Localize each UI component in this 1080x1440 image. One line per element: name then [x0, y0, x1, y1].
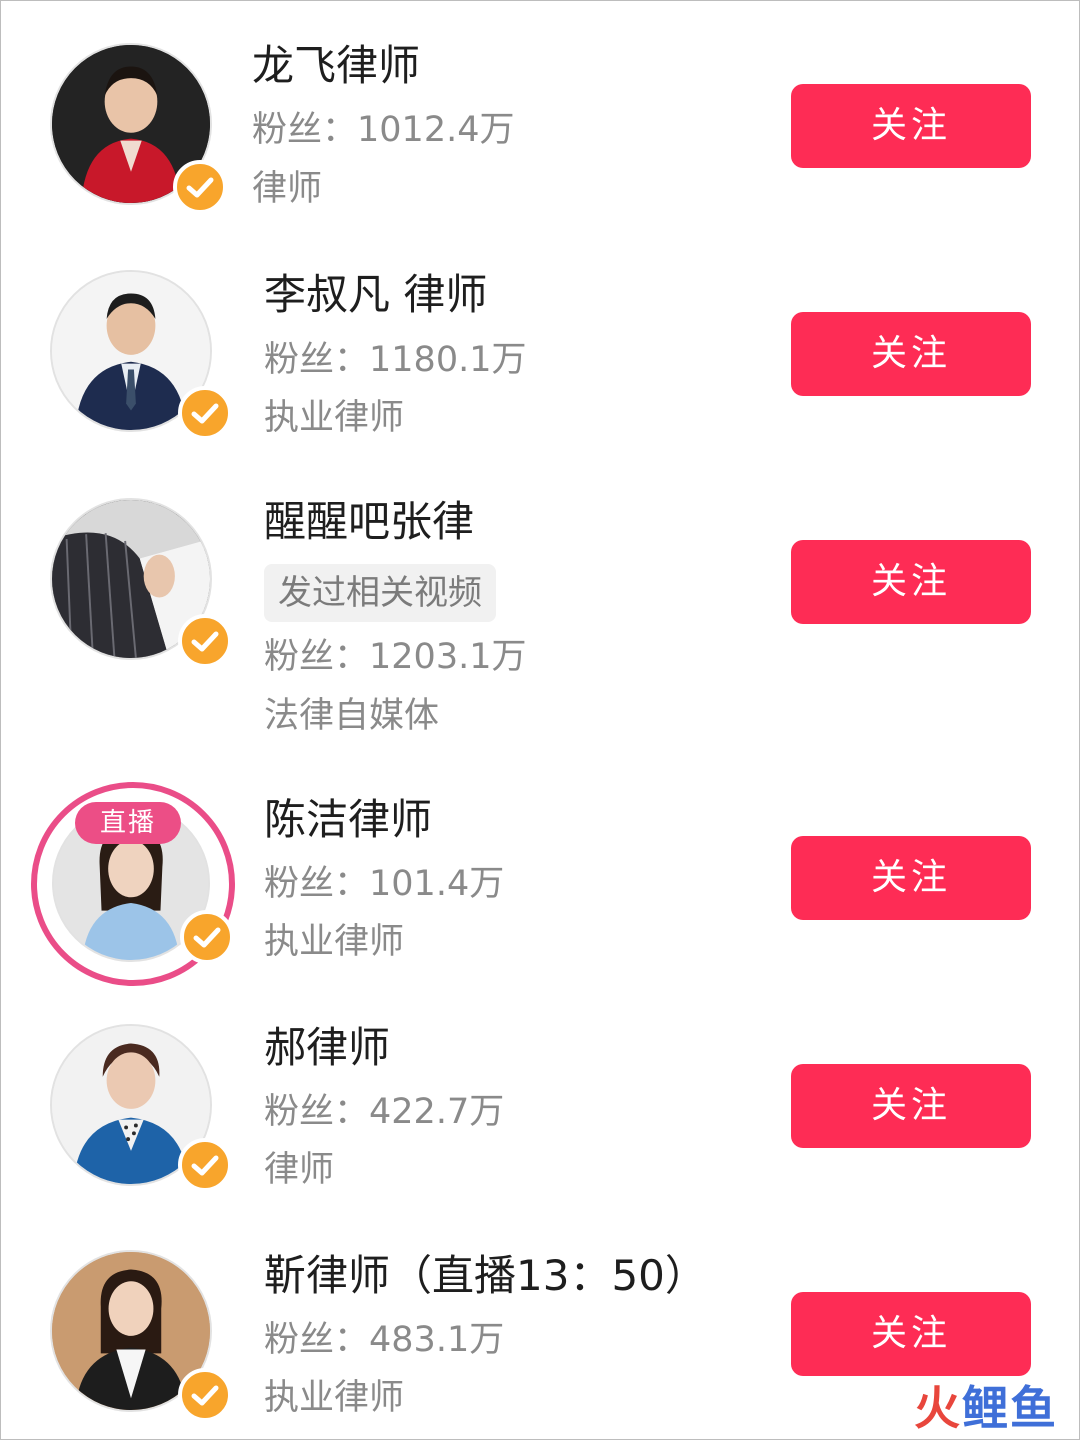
follow-button[interactable]: 关注: [791, 1064, 1031, 1148]
fans-label: 粉丝：: [264, 864, 370, 904]
verified-badge-icon: [180, 910, 234, 964]
fans-count: 粉丝：483.1万: [264, 1318, 504, 1362]
account-description: 律师: [264, 1150, 335, 1190]
follow-button[interactable]: 关注: [791, 312, 1031, 396]
fans-count: 粉丝：1180.1万: [264, 338, 526, 382]
account-description: 执业律师: [264, 922, 405, 962]
list-item[interactable]: 直播 陈洁律师 粉丝：101.4万 执业律师 关注: [0, 768, 1080, 1004]
fans-count: 粉丝：101.4万: [264, 862, 504, 906]
verified-badge-icon: [173, 160, 227, 214]
list-item[interactable]: 李叔凡 律师 粉丝：1180.1万 执业律师 关注: [0, 228, 1080, 456]
fans-count: 粉丝：1203.1万: [264, 635, 526, 679]
fans-label: 粉丝：: [264, 340, 370, 380]
watermark-logo: 火鲤鱼: [914, 1372, 1058, 1438]
account-name[interactable]: 醒醒吧张律: [264, 496, 474, 548]
list-item[interactable]: 醒醒吧张律 发过相关视频 粉丝：1203.1万 法律自媒体 关注: [0, 456, 1080, 768]
watermark-part2: 鲤鱼: [962, 1381, 1058, 1435]
account-description: 法律自媒体: [264, 696, 440, 736]
account-name[interactable]: 陈洁律师: [264, 794, 432, 846]
fans-count: 粉丝：422.7万: [264, 1090, 504, 1134]
account-name[interactable]: 李叔凡 律师: [264, 269, 487, 321]
account-name[interactable]: 郝律师: [264, 1022, 390, 1074]
watermark-part1: 火: [914, 1381, 962, 1435]
fans-value: 1203.1万: [369, 637, 527, 677]
fans-label: 粉丝：: [264, 1320, 370, 1360]
account-description: 律师: [252, 169, 323, 209]
follow-button[interactable]: 关注: [791, 84, 1031, 168]
account-description: 执业律师: [264, 398, 405, 438]
follow-button[interactable]: 关注: [791, 1292, 1031, 1376]
live-badge: 直播: [75, 802, 181, 844]
fans-count: 粉丝：1012.4万: [252, 108, 514, 152]
fans-value: 1012.4万: [357, 110, 515, 150]
verified-badge-icon: [178, 386, 232, 440]
fans-label: 粉丝：: [264, 637, 370, 677]
related-video-tag: 发过相关视频: [264, 564, 496, 622]
fans-value: 483.1万: [369, 1320, 505, 1360]
fans-label: 粉丝：: [264, 1092, 370, 1132]
fans-label: 粉丝：: [252, 110, 358, 150]
list-item[interactable]: 龙飞律师 粉丝：1012.4万 律师 关注: [0, 0, 1080, 228]
fans-value: 101.4万: [369, 864, 505, 904]
list-item[interactable]: 郝律师 粉丝：422.7万 律师 关注: [0, 1004, 1080, 1230]
fans-value: 1180.1万: [369, 340, 527, 380]
verified-badge-icon: [178, 1138, 232, 1192]
verified-badge-icon: [178, 614, 232, 668]
account-name[interactable]: 龙飞律师: [252, 40, 420, 92]
follow-button[interactable]: 关注: [791, 836, 1031, 920]
account-name[interactable]: 靳律师（直播13：50）: [264, 1250, 707, 1302]
fans-value: 422.7万: [369, 1092, 505, 1132]
verified-badge-icon: [178, 1368, 232, 1422]
follow-button[interactable]: 关注: [791, 540, 1031, 624]
account-description: 执业律师: [264, 1378, 405, 1418]
